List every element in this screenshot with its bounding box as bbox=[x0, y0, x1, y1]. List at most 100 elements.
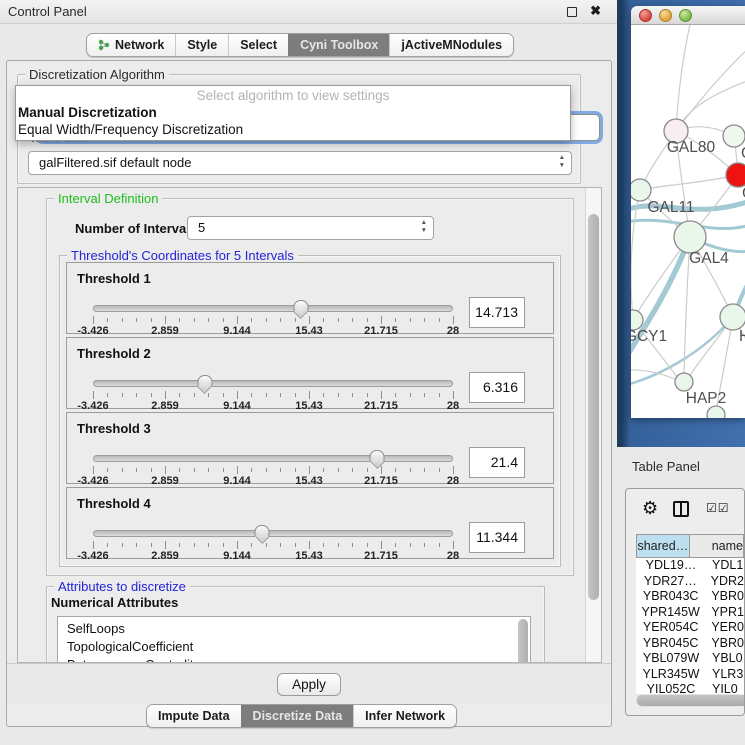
table-row[interactable]: YDR27…YDR2 bbox=[636, 574, 744, 590]
tab-discretize-data[interactable]: Discretize Data bbox=[241, 705, 354, 727]
select-columns-checkboxes-icon[interactable]: ☑☑ bbox=[706, 501, 730, 515]
slider-track[interactable] bbox=[93, 530, 453, 537]
cell-name[interactable]: YBR0 bbox=[705, 589, 744, 605]
tick-label: 9.144 bbox=[223, 325, 251, 337]
tab-network[interactable]: Network bbox=[87, 34, 175, 56]
slider-track[interactable] bbox=[93, 380, 453, 387]
columns-icon[interactable] bbox=[673, 501, 689, 517]
column-header-shared-name[interactable]: shared… bbox=[636, 534, 690, 558]
tab-infer-network[interactable]: Infer Network bbox=[353, 705, 456, 727]
cell-shared-name[interactable]: YPR145W bbox=[636, 605, 705, 621]
threshold-value-field[interactable]: 21.4 bbox=[469, 447, 525, 478]
network-node[interactable] bbox=[720, 304, 745, 330]
threshold-value-field[interactable]: 6.316 bbox=[469, 372, 525, 403]
attribute-list-item[interactable]: TopologicalCoefficient bbox=[67, 638, 530, 656]
cell-name[interactable]: YPR1 bbox=[705, 605, 744, 621]
cell-shared-name[interactable]: YBL079W bbox=[636, 651, 706, 667]
network-node[interactable] bbox=[631, 310, 643, 330]
gear-icon[interactable]: ⚙ bbox=[642, 498, 658, 519]
table-row[interactable]: YPR145WYPR1 bbox=[636, 605, 744, 621]
minimize-traffic-light-icon[interactable] bbox=[659, 9, 672, 22]
attribute-list-item[interactable]: BetweennessCentrality bbox=[67, 656, 530, 663]
tick-label: 15.43 bbox=[295, 325, 323, 337]
cell-shared-name[interactable]: YIL052C bbox=[636, 682, 706, 694]
tab-jactivemnodules[interactable]: jActiveMNodules bbox=[389, 34, 513, 56]
table-row[interactable]: YIL052CYIL0 bbox=[636, 682, 744, 694]
table-data-group: Table Data galFiltered.sif default node … bbox=[17, 137, 581, 184]
threshold-value-field[interactable]: 11.344 bbox=[469, 522, 525, 553]
attribute-list-item[interactable]: SelfLoops bbox=[67, 620, 530, 638]
node-label: GAL11 bbox=[647, 199, 694, 216]
cell-name[interactable]: YBL0 bbox=[706, 651, 743, 667]
network-node[interactable] bbox=[631, 179, 651, 201]
cell-name[interactable]: YDL1 bbox=[706, 558, 743, 574]
threshold-slider[interactable]: -3.4262.8599.14415.4321.71528 bbox=[93, 374, 453, 410]
threshold-slider[interactable]: -3.4262.8599.14415.4321.71528 bbox=[93, 299, 453, 335]
cell-name[interactable]: YLR3 bbox=[706, 667, 743, 683]
cell-name[interactable]: YBR0 bbox=[705, 636, 744, 652]
cell-shared-name[interactable]: YBR043C bbox=[636, 589, 705, 605]
slider-thumb[interactable] bbox=[293, 300, 308, 318]
algorithm-popup-item[interactable]: Manual Discretization bbox=[16, 104, 570, 121]
table-row[interactable]: YBL079WYBL0 bbox=[636, 651, 744, 667]
cell-shared-name[interactable]: YBR045C bbox=[636, 636, 705, 652]
zoom-traffic-light-icon[interactable] bbox=[679, 9, 692, 22]
close-icon[interactable]: ✖ bbox=[590, 3, 601, 19]
algorithm-popup-item[interactable]: Equal Width/Frequency Discretization bbox=[16, 121, 570, 138]
tick-label: -3.426 bbox=[77, 550, 108, 562]
node-table: shared… name YDL19…YDL1YDR27…YDR2YBR043C… bbox=[636, 534, 744, 694]
tick-label: -3.426 bbox=[77, 475, 108, 487]
cell-name[interactable]: YIL0 bbox=[706, 682, 738, 694]
slider-thumb[interactable] bbox=[255, 525, 270, 543]
slider-thumb[interactable] bbox=[370, 450, 385, 468]
cell-shared-name[interactable]: YLR345W bbox=[636, 667, 706, 683]
close-traffic-light-icon[interactable] bbox=[639, 9, 652, 22]
settings-vertical-scrollbar[interactable] bbox=[585, 188, 601, 662]
threshold-slider[interactable]: -3.4262.8599.14415.4321.71528 bbox=[93, 524, 453, 560]
tab-select[interactable]: Select bbox=[228, 34, 288, 56]
network-node[interactable] bbox=[723, 125, 745, 147]
table-horizontal-scrollbar[interactable] bbox=[636, 694, 744, 707]
algorithm-popup-item[interactable]: Select algorithm to view settings bbox=[16, 87, 570, 104]
cell-shared-name[interactable]: YDL19… bbox=[636, 558, 706, 574]
threshold-value-field[interactable]: 14.713 bbox=[469, 297, 525, 328]
table-data-combobox[interactable]: galFiltered.sif default node ▲▼ bbox=[28, 151, 572, 175]
network-canvas[interactable]: GAL80GCGAL11GAL4GCY1HHAP2 bbox=[631, 25, 745, 418]
apply-button[interactable]: Apply bbox=[277, 673, 341, 696]
tab-style[interactable]: Style bbox=[175, 34, 228, 56]
network-window-titlebar[interactable] bbox=[631, 6, 745, 25]
network-node[interactable] bbox=[675, 373, 693, 391]
cell-name[interactable]: YDR2 bbox=[705, 574, 744, 590]
cell-name[interactable]: YER0 bbox=[705, 620, 744, 636]
tick-label: 9.144 bbox=[223, 400, 251, 412]
table-row[interactable]: YBR045CYBR0 bbox=[636, 636, 744, 652]
network-node[interactable] bbox=[726, 163, 745, 187]
number-of-intervals-combobox[interactable]: 5 ▲▼ bbox=[187, 216, 434, 240]
combo-arrows-icon: ▲▼ bbox=[559, 154, 565, 170]
list-scrollbar[interactable] bbox=[518, 619, 528, 663]
slider-thumb[interactable] bbox=[197, 375, 212, 393]
tab-cyni-toolbox[interactable]: Cyni Toolbox bbox=[288, 34, 389, 56]
tab-impute-data[interactable]: Impute Data bbox=[147, 705, 241, 727]
scrollbar-thumb[interactable] bbox=[588, 214, 599, 600]
attributes-group: Attributes to discretize Numerical Attri… bbox=[46, 586, 545, 663]
scrollbar-thumb[interactable] bbox=[637, 695, 745, 706]
combo-arrows-icon: ▲▼ bbox=[421, 219, 427, 235]
table-row[interactable]: YBR043CYBR0 bbox=[636, 589, 744, 605]
table-row[interactable]: YLR345WYLR3 bbox=[636, 667, 744, 683]
numerical-attributes-list[interactable]: SelfLoopsTopologicalCoefficientBetweenne… bbox=[57, 616, 531, 663]
table-rows: YDL19…YDL1YDR27…YDR2YBR043CYBR0YPR145WYP… bbox=[636, 558, 744, 694]
table-row[interactable]: YER054CYER0 bbox=[636, 620, 744, 636]
threshold-slider[interactable]: -3.4262.8599.14415.4321.71528 bbox=[93, 449, 453, 485]
tab-network-label: Network bbox=[115, 34, 164, 56]
network-node[interactable] bbox=[674, 221, 706, 253]
cell-shared-name[interactable]: YDR27… bbox=[636, 574, 705, 590]
slider-track[interactable] bbox=[93, 455, 453, 462]
network-node[interactable] bbox=[707, 406, 725, 418]
cell-shared-name[interactable]: YER054C bbox=[636, 620, 705, 636]
column-header-name[interactable]: name bbox=[690, 534, 744, 558]
slider-track[interactable] bbox=[93, 305, 453, 312]
float-window-icon[interactable] bbox=[567, 7, 577, 17]
slider-tick-labels: -3.4262.8599.14415.4321.71528 bbox=[93, 550, 453, 562]
table-row[interactable]: YDL19…YDL1 bbox=[636, 558, 744, 574]
